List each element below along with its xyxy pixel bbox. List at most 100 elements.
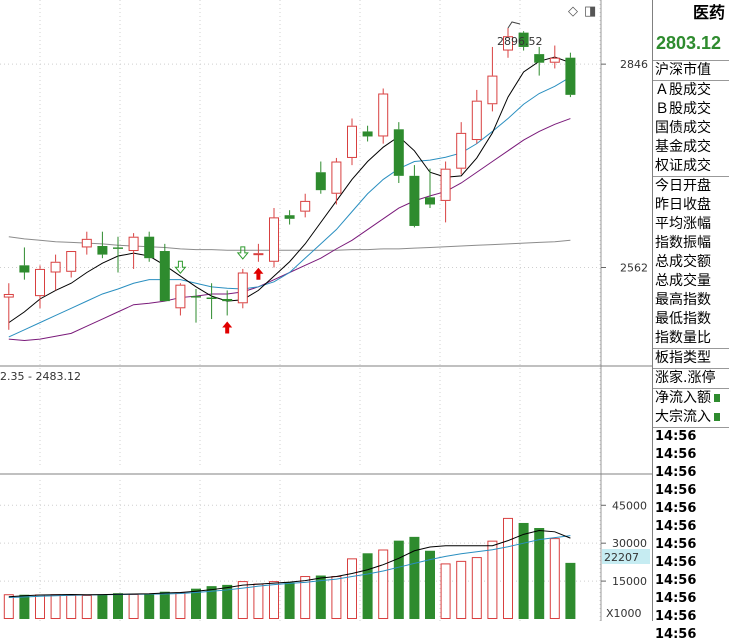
sidebar-item: 指数振幅 bbox=[655, 235, 711, 251]
candle bbox=[300, 193, 311, 218]
candle bbox=[253, 243, 264, 262]
highest-label: 2896.52 bbox=[497, 35, 543, 48]
window-icon[interactable]: ◨ bbox=[584, 3, 596, 18]
sidebar-item: 平均涨幅 bbox=[655, 216, 711, 232]
volume-bar bbox=[237, 581, 248, 619]
volume-tick-label: 45000 bbox=[612, 499, 647, 512]
ma60-line bbox=[8, 236, 571, 251]
sell-arrow-icon bbox=[236, 246, 249, 260]
candle bbox=[175, 283, 186, 316]
highest-marker bbox=[507, 21, 521, 29]
candle-body bbox=[191, 296, 201, 298]
candle-body bbox=[409, 175, 420, 226]
volume-bar bbox=[128, 593, 139, 619]
candle-body bbox=[128, 236, 139, 252]
time-entry: 14:56 bbox=[655, 627, 697, 642]
candle-body bbox=[565, 57, 576, 95]
candle-body bbox=[97, 246, 108, 255]
candle-body bbox=[425, 197, 435, 205]
sidebar-item: 基金成交 bbox=[655, 139, 711, 155]
volume-bar bbox=[315, 575, 326, 619]
sector-name: 医药 bbox=[692, 5, 725, 22]
sidebar-item: 总成交额 bbox=[655, 254, 711, 270]
candle bbox=[347, 118, 357, 166]
candle-body bbox=[284, 215, 295, 219]
sidebar-item: 国债成交 bbox=[655, 120, 711, 136]
candle-body bbox=[393, 129, 404, 176]
candle bbox=[487, 46, 498, 112]
candle-body bbox=[331, 161, 342, 194]
time-entry: 14:56 bbox=[655, 501, 697, 516]
time-entry: 14:56 bbox=[655, 609, 697, 624]
candle-body bbox=[362, 131, 373, 137]
candle bbox=[440, 161, 451, 223]
chart-area: 2846 2562 45000 30000 15000 ◇ ◨ 2.35 - 2483.… bbox=[0, 0, 652, 621]
candle-body bbox=[66, 251, 77, 272]
candle-body bbox=[144, 236, 155, 259]
volume-tick-label: 15000 bbox=[612, 575, 647, 588]
candle-body bbox=[487, 75, 498, 105]
candle bbox=[378, 88, 389, 144]
candle-body bbox=[300, 200, 311, 212]
flow-indicator-icon bbox=[714, 413, 720, 421]
candle bbox=[425, 168, 435, 209]
candle-body bbox=[456, 132, 467, 169]
candle bbox=[66, 251, 77, 278]
candle-body bbox=[206, 297, 217, 299]
volume-bar bbox=[159, 591, 170, 619]
candle bbox=[128, 233, 139, 269]
candle-body bbox=[35, 268, 45, 297]
candle bbox=[315, 161, 326, 194]
volume-bar bbox=[144, 593, 155, 619]
volume-unit-label: X1000 bbox=[606, 607, 642, 620]
volume-bar bbox=[518, 522, 529, 619]
sidebar-item: 净流入额 bbox=[653, 388, 729, 408]
candle bbox=[269, 208, 279, 268]
volume-bar bbox=[440, 563, 451, 620]
candle bbox=[81, 231, 92, 255]
time-entry: 14:56 bbox=[655, 429, 697, 444]
candle bbox=[534, 46, 545, 76]
candle bbox=[144, 231, 155, 262]
volume-bar bbox=[284, 582, 295, 619]
moving-average-lines bbox=[8, 56, 571, 342]
ma10-line bbox=[8, 76, 571, 338]
sidebar-item: 涨家.涨停 bbox=[653, 368, 729, 388]
volume-bar bbox=[534, 528, 545, 619]
volume-bar bbox=[35, 594, 45, 620]
candle-body bbox=[378, 93, 389, 137]
candle bbox=[409, 165, 420, 228]
y-tick-label: 2846 bbox=[620, 58, 648, 71]
range-label: 2.35 - 2483.12 bbox=[0, 370, 81, 383]
time-entry: 14:56 bbox=[655, 519, 697, 534]
candle bbox=[191, 288, 201, 323]
candle bbox=[549, 45, 560, 69]
volume-bar bbox=[347, 558, 357, 620]
volume-bar bbox=[97, 594, 108, 619]
time-entry: 14:56 bbox=[655, 483, 697, 498]
sidebar-item: 今日开盘 bbox=[653, 176, 729, 196]
sidebar-item: 昨日收盘 bbox=[655, 197, 711, 213]
volume-bar bbox=[269, 581, 279, 619]
sidebar-item: Ａ股成交 bbox=[653, 80, 729, 100]
candle bbox=[331, 157, 342, 205]
sidebar-item: 总成交量 bbox=[655, 273, 711, 289]
candle-body bbox=[50, 261, 61, 273]
candle-body bbox=[113, 247, 123, 249]
candle-body bbox=[471, 100, 482, 141]
axis-labels: 2846 2562 45000 30000 15000 bbox=[601, 58, 648, 588]
candle-body bbox=[222, 298, 233, 302]
candle bbox=[237, 268, 248, 309]
candle-body bbox=[237, 272, 248, 304]
time-entry: 14:56 bbox=[655, 573, 697, 588]
sidebar-item: 大宗流入 bbox=[653, 408, 729, 427]
diamond-icon[interactable]: ◇ bbox=[568, 3, 578, 18]
sidebar-item: 最高指数 bbox=[655, 292, 711, 308]
volume-bar bbox=[191, 588, 201, 619]
volume-bar bbox=[503, 517, 513, 620]
sidebar-times: 14:56 14:56 14:56 14:56 14:56 14:56 14:56 14:56… bbox=[653, 427, 729, 644]
candle-body bbox=[269, 217, 279, 262]
volume-bar bbox=[409, 536, 420, 619]
volume-bar bbox=[565, 562, 576, 619]
candle bbox=[159, 243, 170, 302]
